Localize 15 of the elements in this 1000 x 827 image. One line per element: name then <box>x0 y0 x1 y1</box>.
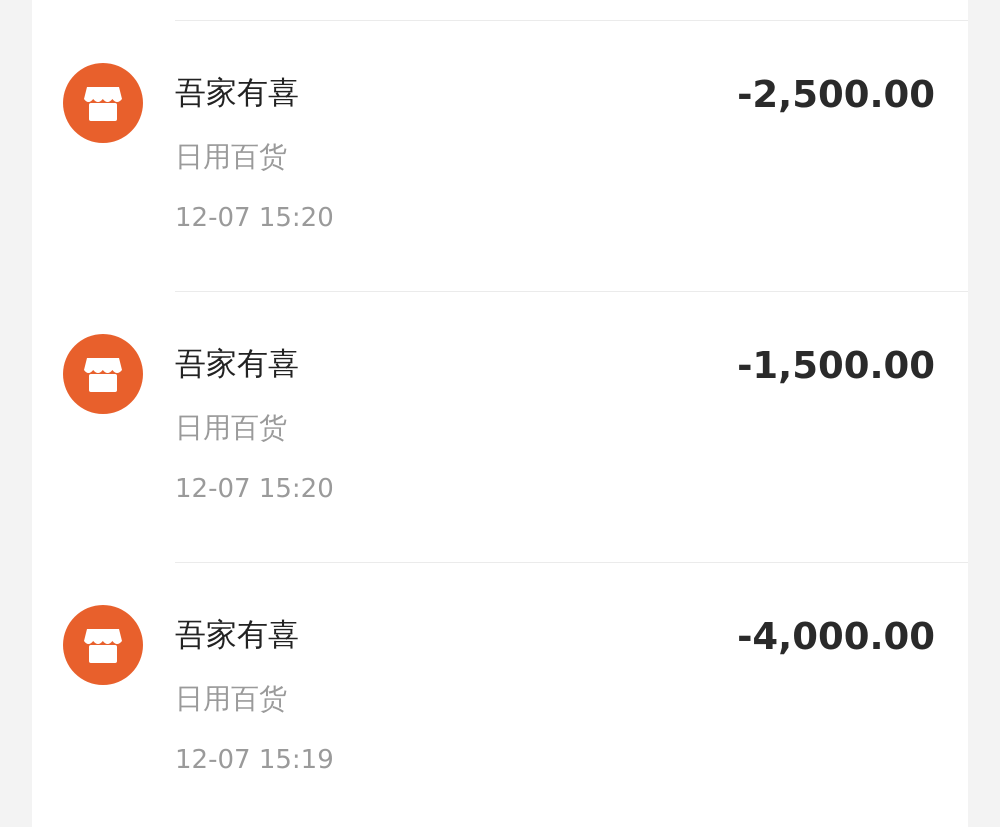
merchant-name: 吾家有喜 <box>175 345 300 384</box>
category-label: 日用百货 <box>175 681 288 717</box>
amount: -1,500.00 <box>737 346 935 386</box>
store-icon <box>63 63 143 143</box>
category-label: 日用百货 <box>175 139 288 175</box>
transaction-time: 12-07 15:20 <box>175 202 334 235</box>
category-label: 日用百货 <box>175 410 288 446</box>
amount: -4,000.00 <box>737 617 935 657</box>
merchant-name: 吾家有喜 <box>175 616 300 655</box>
merchant-name: 吾家有喜 <box>175 74 300 113</box>
store-icon <box>63 605 143 685</box>
transaction-time: 12-07 15:19 <box>175 744 334 777</box>
amount: -2,500.00 <box>737 75 935 115</box>
store-icon <box>63 334 143 414</box>
transaction-time: 12-07 15:20 <box>175 473 334 506</box>
